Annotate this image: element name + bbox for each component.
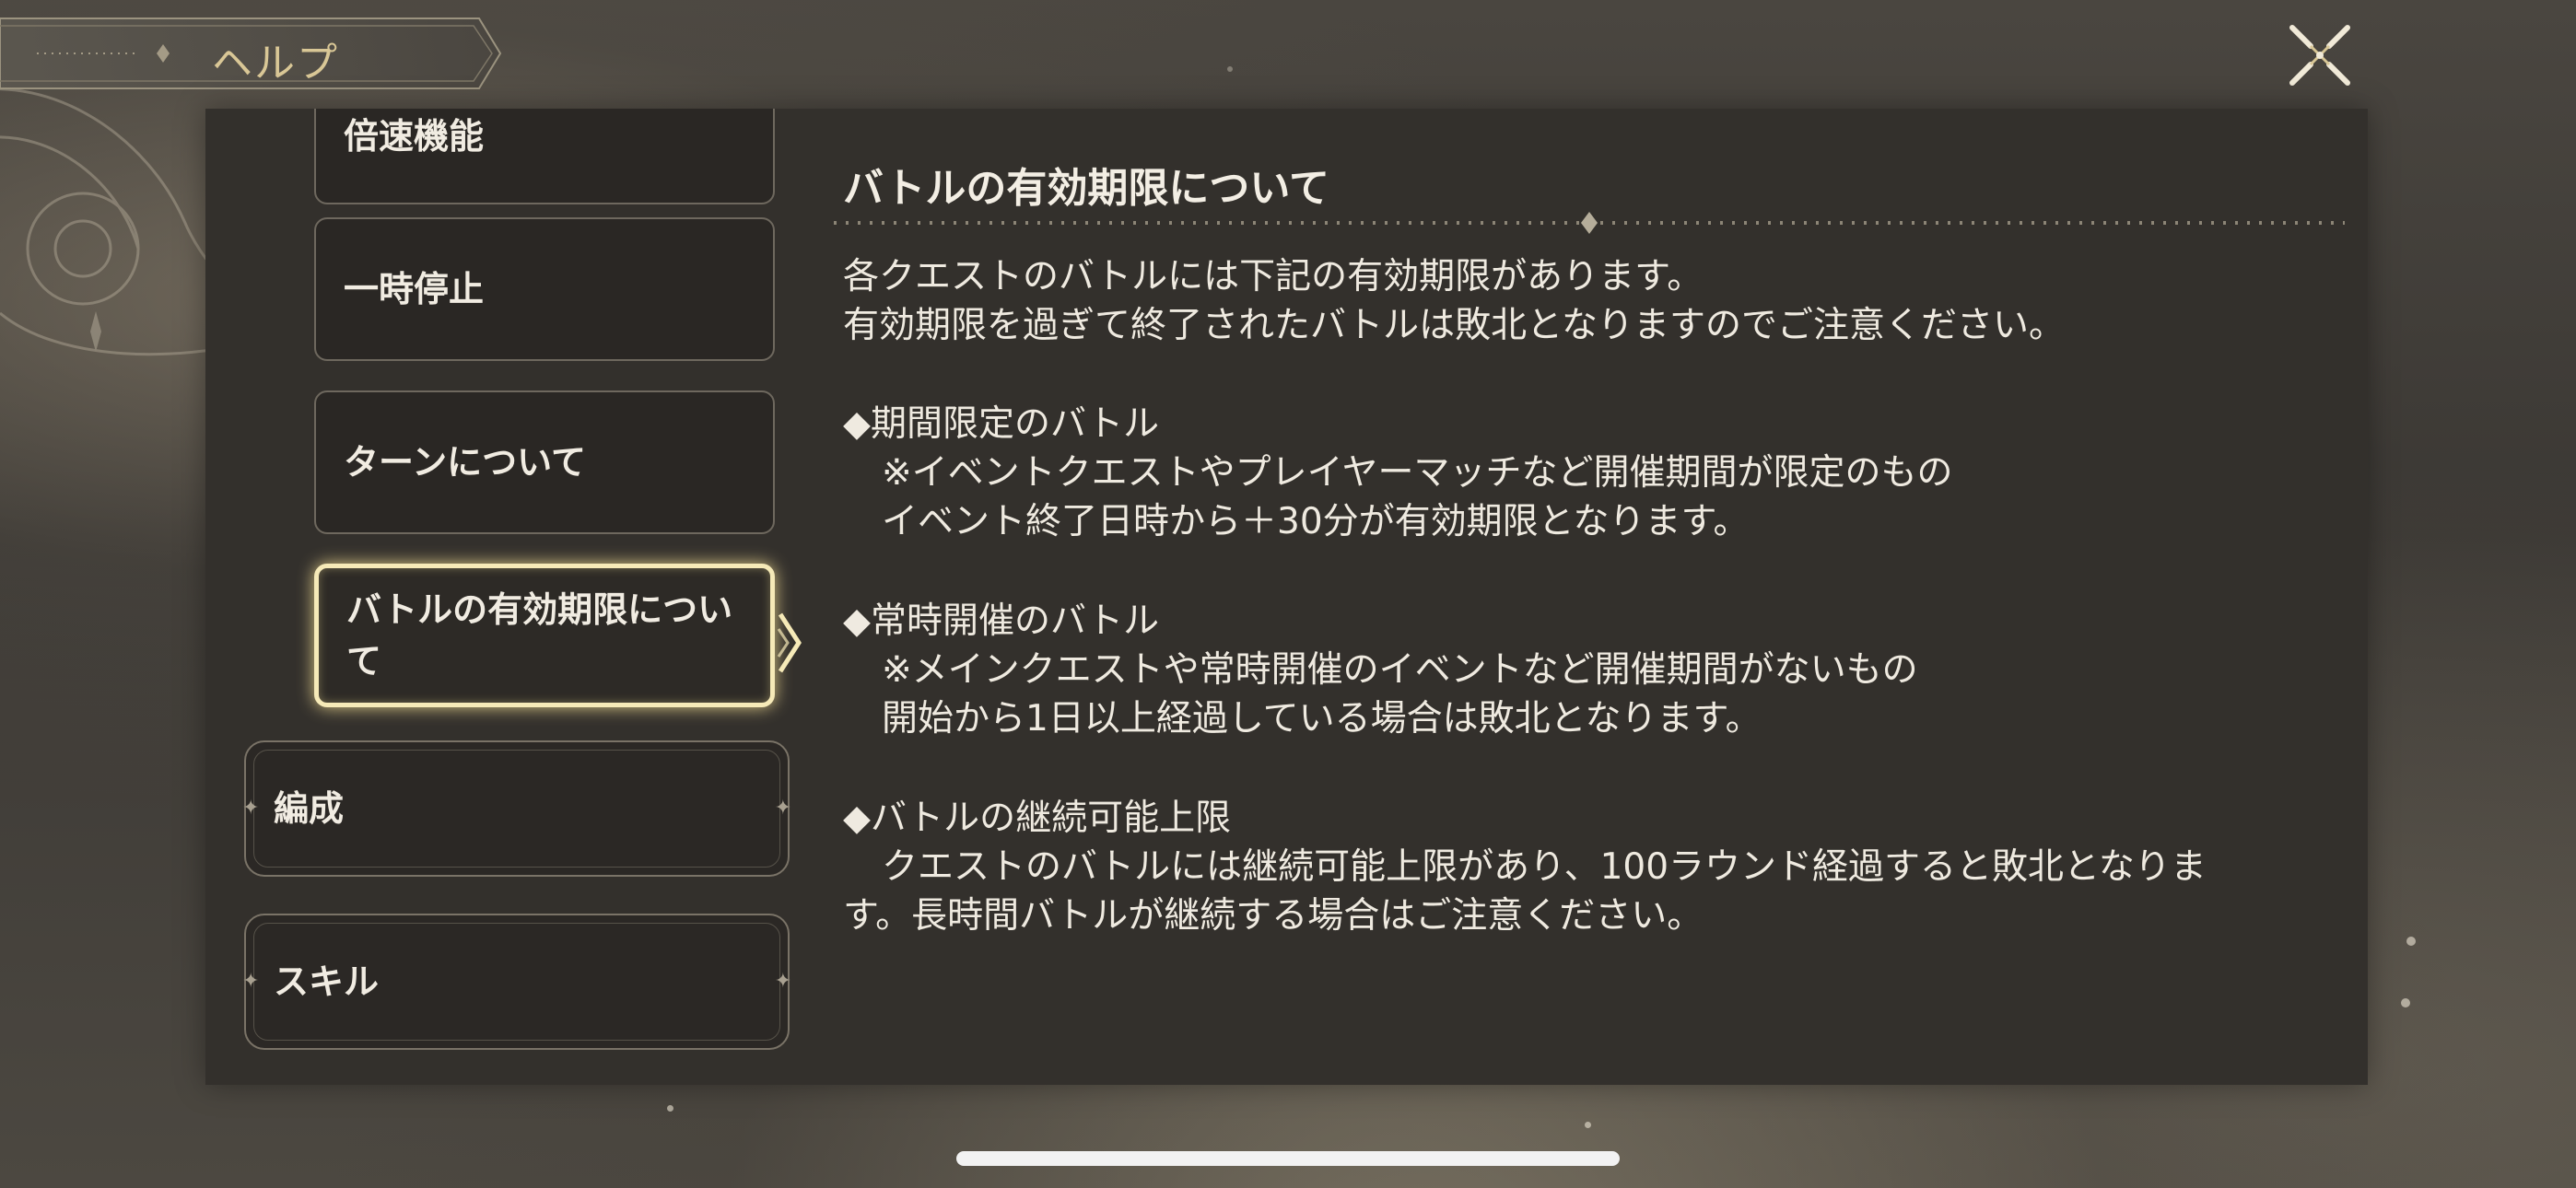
sparkle-decoration	[2401, 998, 2410, 1007]
help-panel: 倍速機能 一時停止 ターンについて バトルの有効期限につい て ✦ 編成 ✦ ✦	[205, 109, 2368, 1085]
page-title: ヘルプ	[212, 40, 339, 87]
section-heading: ◆バトルの継続可能上限	[843, 798, 1232, 839]
menu-item-turn[interactable]: ターンについて	[314, 390, 775, 534]
section-line: クエストのバトルには継続可能上限があり、100ラウンド経過すると敗北となりま	[882, 846, 2207, 888]
menu-item-pause[interactable]: 一時停止	[314, 217, 775, 361]
close-x-icon	[2289, 25, 2350, 86]
section-line: ※イベントクエストやプレイヤーマッチなど開催期間が限定のもの	[882, 452, 1953, 494]
help-screen: ヘルプ 倍速機能 一時停止 ターンについて バトルの有効期限につい て ✦ 編成…	[0, 0, 2576, 1188]
menu-item-label-line2: て	[346, 641, 382, 681]
sparkle-decoration	[1227, 66, 1233, 72]
category-formation[interactable]: ✦ 編成 ✦	[242, 740, 791, 877]
menu-item-label-line1: バトルの有効期限につい	[346, 589, 733, 630]
header-tab: ヘルプ	[0, 17, 502, 90]
sparkle-decoration	[1585, 1122, 1591, 1128]
menu-item-label: 倍速機能	[344, 116, 485, 157]
star-ornament-icon: ✦	[774, 970, 791, 993]
sparkle-decoration	[2406, 937, 2416, 946]
section-line: 開始から1日以上経過している場合は敗北となります。	[882, 698, 1762, 740]
category-label: スキル	[274, 961, 380, 1002]
content-title: バトルの有効期限について	[843, 165, 1329, 212]
section-heading: ◆常時開催のバトル	[843, 600, 1160, 642]
close-button[interactable]	[2283, 18, 2357, 92]
selected-arrow-icon	[777, 612, 802, 673]
category-label: 編成	[274, 788, 345, 829]
category-skill[interactable]: ✦ スキル ✦	[242, 914, 791, 1050]
sparkle-decoration	[667, 1105, 673, 1112]
section-line: イベント終了日時から＋30分が有効期限となります。	[882, 501, 1750, 542]
intro-line: 各クエストのバトルには下記の有効期限があります。	[843, 256, 1704, 297]
menu-item-label: ターンについて	[344, 442, 586, 483]
menu-item-speed[interactable]: 倍速機能	[314, 109, 775, 204]
section-heading: ◆期間限定のバトル	[843, 403, 1160, 445]
title-divider	[834, 212, 2345, 234]
star-ornament-icon: ✦	[242, 970, 260, 993]
help-content: バトルの有効期限について 各クエストのバトルには下記の有効期限があります。 有効…	[834, 109, 2345, 1085]
star-ornament-icon: ✦	[774, 797, 791, 820]
menu-item-label: 一時停止	[344, 269, 485, 309]
star-ornament-icon: ✦	[242, 797, 260, 820]
intro-line: 有効期限を過ぎて終了されたバトルは敗北となりますのでご注意ください。	[843, 305, 2066, 346]
menu-item-label: バトルの有効期限につい て	[346, 584, 732, 687]
section-line: ※メインクエストや常時開催のイベントなど開催期間がないもの	[882, 649, 1918, 691]
menu-item-battle-expiry[interactable]: バトルの有効期限につい て	[314, 564, 775, 707]
home-indicator[interactable]	[956, 1151, 1620, 1166]
section-line: す。長時間バトルが継続する場合はご注意ください。	[843, 895, 1704, 937]
